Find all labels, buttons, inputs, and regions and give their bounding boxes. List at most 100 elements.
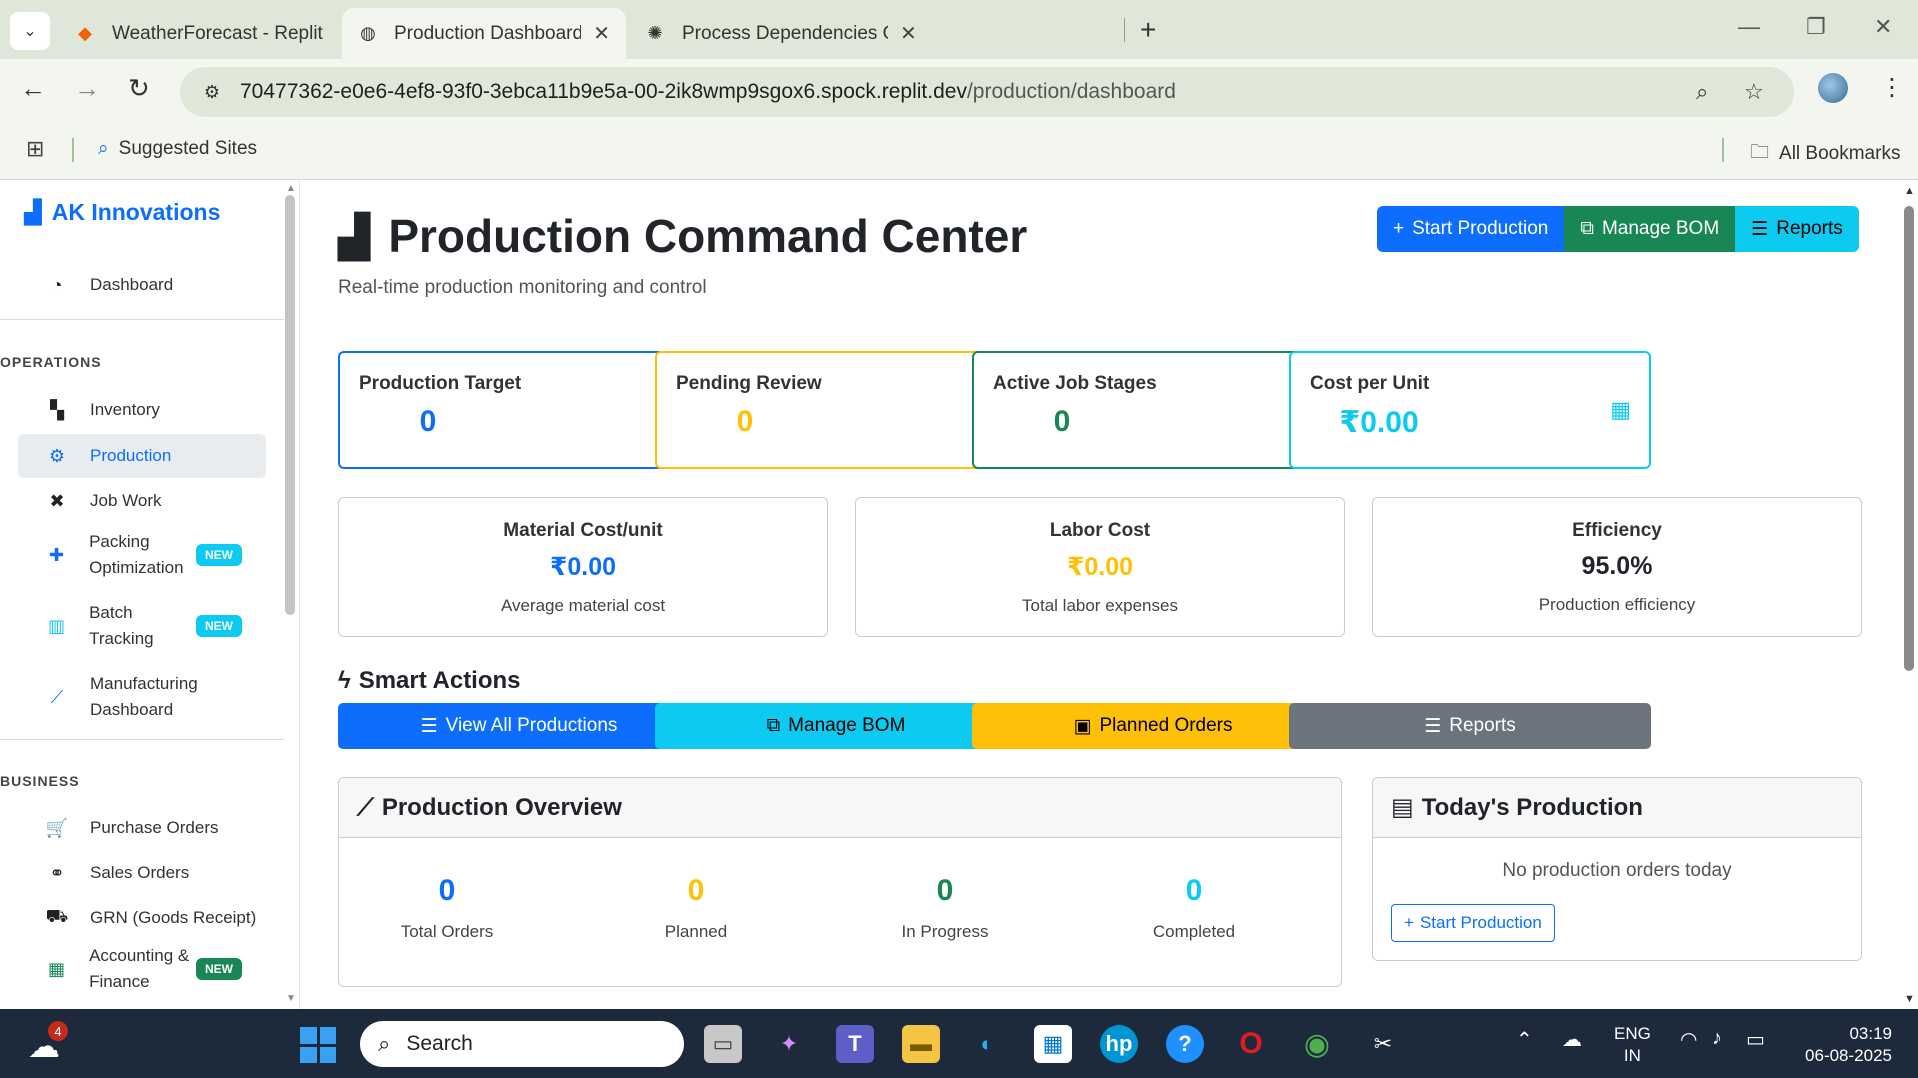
sidebar-item-inventory[interactable]: ▚ Inventory <box>18 389 266 431</box>
sidebar-item-production[interactable]: ⚙ Production <box>18 434 266 478</box>
sidebar-item-job-work[interactable]: ✖ Job Work <box>18 480 266 522</box>
close-tab-icon[interactable]: ✕ <box>900 21 917 46</box>
bolt-icon: ϟ <box>338 667 351 694</box>
scrollbar-thumb[interactable] <box>1904 206 1914 671</box>
taskbar-search[interactable]: ⌕ Search <box>360 1021 684 1067</box>
hp-icon[interactable]: hp <box>1100 1025 1138 1063</box>
site-info-icon[interactable]: ⚙ <box>198 78 226 106</box>
search-placeholder: Search <box>406 1032 473 1055</box>
scroll-down-arrow-icon[interactable]: ▼ <box>1904 993 1915 1005</box>
file-explorer-icon[interactable]: ▬ <box>902 1025 940 1063</box>
stat-label: Cost per Unit <box>1310 373 1430 394</box>
cost-value: ₹0.00 <box>1066 553 1134 581</box>
chrome-icon[interactable]: ◉ <box>1298 1025 1336 1063</box>
sidebar-item-label: Batch Tracking <box>89 603 154 648</box>
main-scrollbar[interactable]: ▲ ▼ <box>1900 181 1918 1009</box>
sidebar-scrollbar[interactable] <box>285 195 295 615</box>
copilot-icon[interactable]: ✦ <box>770 1025 808 1063</box>
profile-avatar[interactable] <box>1818 73 1848 103</box>
cost-card-material: Material Cost/unit ₹0.00 Average materia… <box>338 497 828 637</box>
new-tab-icon[interactable]: + <box>1140 14 1156 46</box>
overview-value: 0 <box>936 874 954 907</box>
gears-icon: ⚙ <box>48 445 66 466</box>
sidebar-item-purchase-orders[interactable]: 🛒 Purchase Orders <box>18 807 266 849</box>
sidebar-item-label: Accounting & Finance <box>89 946 190 991</box>
tab-process-dependencies[interactable]: ✺ Process Dependencies Overview ✕ <box>628 8 933 59</box>
brand-logo[interactable]: ▟ AK Innovations <box>24 199 220 226</box>
calculator-icon: ▦ <box>1610 397 1631 422</box>
language-indicator[interactable]: ENG IN <box>1614 1023 1651 1067</box>
task-view-icon[interactable]: ▭ <box>704 1025 742 1063</box>
calculator-icon: ▦ <box>48 958 66 979</box>
restore-icon[interactable]: ❐ <box>1806 14 1826 40</box>
sidebar-item-sales-orders[interactable]: ⚭ Sales Orders <box>18 852 266 894</box>
page-title-text: Production Command Center <box>388 210 1028 262</box>
store-icon[interactable]: ▦ <box>1034 1025 1072 1063</box>
minimize-icon[interactable]: — <box>1738 14 1760 40</box>
view-all-productions-button[interactable]: ☰ View All Productions <box>338 703 700 749</box>
sidebar-item-manufacturing-dashboard[interactable]: ⟋ Manufacturing Dashboard <box>18 665 266 729</box>
cost-card-labor: Labor Cost ₹0.00 Total labor expenses <box>855 497 1345 637</box>
help-icon[interactable]: ? <box>1166 1025 1204 1063</box>
menu-kebab-icon[interactable]: ⋮ <box>1880 73 1904 102</box>
overview-value: 0 <box>438 874 456 907</box>
tab-search-menu-button[interactable]: ⌄ <box>10 12 50 50</box>
tab-production-dashboard[interactable]: ◍ Production Dashboard - Factory ✕ <box>342 8 626 59</box>
manage-bom-button[interactable]: ⧉ Manage BOM <box>1564 206 1736 252</box>
folder-icon: 🗀 <box>1750 142 1770 163</box>
planned-orders-button[interactable]: ▣ Planned Orders <box>972 703 1334 749</box>
today-start-production-button[interactable]: + Start Production <box>1391 904 1555 942</box>
snipping-tool-icon[interactable]: ✂ <box>1364 1025 1402 1063</box>
edge-icon[interactable]: ◐ <box>968 1025 1006 1063</box>
address-bar[interactable]: ⚙ 70477362-e0e6-4ef8-93f0-3ebca11b9e5a-0… <box>180 67 1794 117</box>
sidebar-item-grn[interactable]: ⛟ GRN (Goods Receipt) <box>18 897 266 939</box>
puzzle-icon: ✚ <box>48 544 65 565</box>
calendar-icon: ▤ <box>1391 794 1414 821</box>
button-label: Manage BOM <box>1601 218 1720 239</box>
sidebar-item-dashboard[interactable]: ◔ Dashboard <box>18 265 266 305</box>
globe-icon: ◍ <box>360 23 376 43</box>
todays-production-panel: ▤ Today's Production No production order… <box>1372 777 1862 961</box>
all-bookmarks-button[interactable]: 🗀 All Bookmarks <box>1750 138 1900 170</box>
opera-icon[interactable]: O <box>1232 1025 1270 1063</box>
tab-weatherforecast[interactable]: ◆ WeatherForecast - Replit ✕ <box>58 8 373 59</box>
onedrive-icon[interactable]: ☁ <box>1562 1027 1582 1052</box>
browser-toolbar: ← → ↻ ⚙ 70477362-e0e6-4ef8-93f0-3ebca11b… <box>0 59 1918 122</box>
forward-icon[interactable]: → <box>74 73 100 104</box>
reports-button[interactable]: ☰ Reports <box>1735 206 1859 252</box>
close-tab-icon[interactable]: ✕ <box>593 21 610 46</box>
scroll-down-arrow-icon[interactable]: ▼ <box>286 993 296 1004</box>
new-badge: NEW <box>196 615 242 637</box>
sidebar-item-batch-tracking[interactable]: ▥ Batch Tracking NEW <box>18 594 266 658</box>
windows-start-icon[interactable] <box>300 1027 336 1063</box>
zoom-icon[interactable]: ⌕ <box>1696 79 1708 105</box>
truck-icon: ⛟ <box>45 906 69 926</box>
battery-icon[interactable]: ▭ <box>1746 1027 1765 1052</box>
scroll-up-arrow-icon[interactable]: ▲ <box>286 183 296 194</box>
sidebar-item-packing-optimization[interactable]: ✚ Packing Optimization NEW <box>18 523 266 587</box>
reload-icon[interactable]: ↻ <box>128 73 150 104</box>
close-window-icon[interactable]: ✕ <box>1874 14 1892 40</box>
back-icon[interactable]: ← <box>20 73 46 104</box>
volume-icon[interactable]: ♪ <box>1712 1027 1722 1050</box>
cost-value: ₹0.00 <box>549 553 617 581</box>
start-production-button[interactable]: + Start Production <box>1377 206 1565 252</box>
wifi-icon[interactable]: ◠ <box>1680 1027 1697 1052</box>
panel-title: Today's Production <box>1421 793 1643 821</box>
system-clock[interactable]: 03:19 06-08-2025 <box>1800 1023 1892 1067</box>
apps-grid-icon[interactable]: ⊞ <box>26 136 44 162</box>
tab-title: Production Dashboard - Factory <box>394 22 582 44</box>
smart-reports-button[interactable]: ☰ Reports <box>1289 703 1651 749</box>
suggested-sites-bookmark[interactable]: ⌕ Suggested Sites <box>98 138 257 160</box>
section-heading-business: BUSINESS <box>0 773 80 789</box>
bookmark-star-icon[interactable]: ☆ <box>1744 79 1764 105</box>
sidebar-item-accounting-finance[interactable]: ▦ Accounting & Finance NEW <box>18 937 266 1001</box>
tab-title: Process Dependencies Overview <box>682 22 888 44</box>
scroll-up-arrow-icon[interactable]: ▲ <box>1904 185 1915 197</box>
language-code: ENG <box>1614 1024 1651 1043</box>
chevron-up-icon[interactable]: ⌃ <box>1516 1027 1533 1052</box>
overview-label: In Progress <box>901 922 989 941</box>
page-title: ▟ Production Command Center <box>338 209 1027 263</box>
teams-icon[interactable]: T <box>836 1025 874 1063</box>
smart-manage-bom-button[interactable]: ⧉ Manage BOM <box>655 703 1017 749</box>
